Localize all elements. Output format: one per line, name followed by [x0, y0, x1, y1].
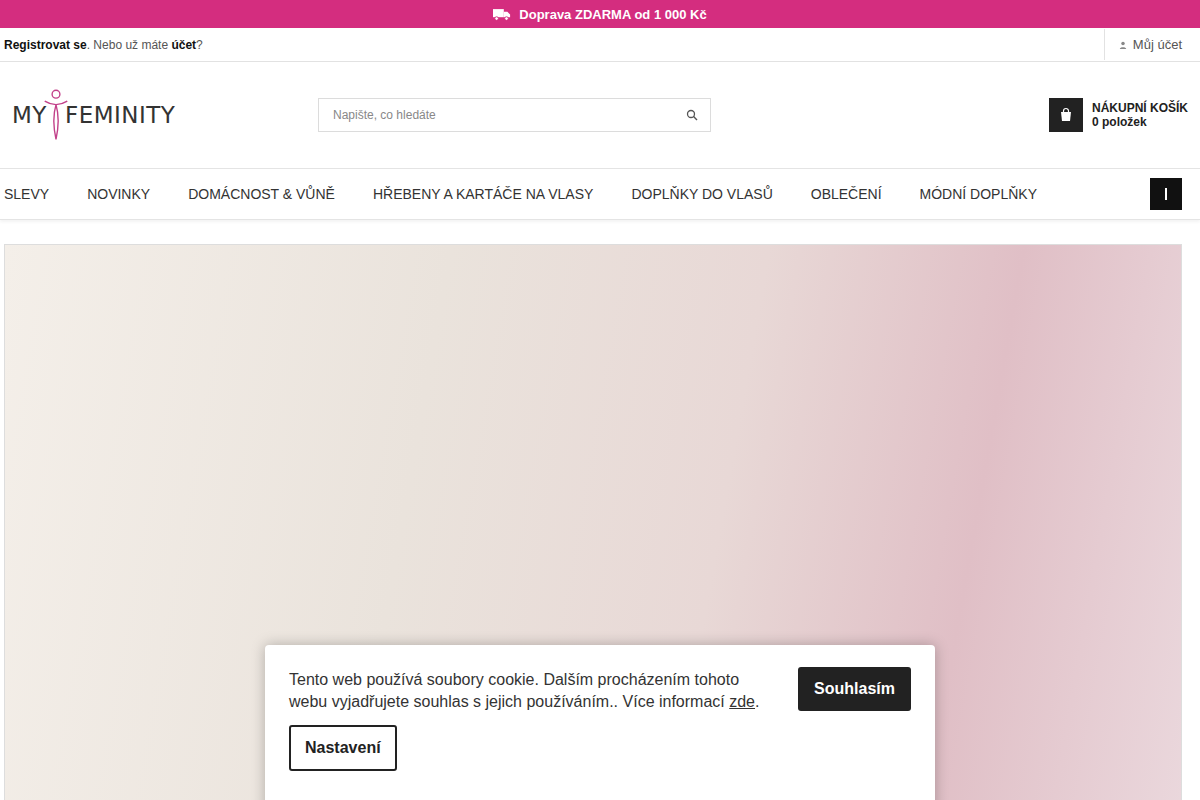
my-account-link[interactable]: Můj účet — [1104, 29, 1182, 60]
cookie-text: Tento web používá soubory cookie. Dalším… — [289, 669, 768, 713]
truck-icon — [493, 8, 511, 21]
header: MY FEMINITY NÁKUPNÍ KOŠÍK0 položek — [0, 62, 1200, 168]
shipping-banner: Doprava ZDARMA od 1 000 Kč — [0, 0, 1200, 28]
cart-button[interactable] — [1049, 98, 1083, 132]
login-link[interactable]: účet — [171, 38, 196, 52]
page: Doprava ZDARMA od 1 000 Kč Registrovat se… — [0, 0, 1200, 800]
register-link[interactable]: Registrovat se — [4, 38, 87, 52]
nav-item[interactable]: DOPLŇKY DO VLASŮ — [631, 186, 772, 202]
search-icon[interactable] — [686, 109, 698, 121]
nav-item[interactable]: DOMÁCNOST & VŮNĚ — [188, 186, 335, 202]
logo-text-right: FEMINITY — [65, 102, 175, 128]
search-field[interactable] — [318, 98, 711, 132]
user-icon — [1119, 41, 1127, 49]
cart[interactable]: NÁKUPNÍ KOŠÍK0 položek — [1049, 98, 1188, 132]
nav-item[interactable]: OBLEČENÍ — [811, 186, 882, 202]
cart-count: 0 položek — [1092, 115, 1188, 129]
search-input[interactable] — [331, 107, 686, 123]
cart-summary: NÁKUPNÍ KOŠÍK0 položek — [1092, 101, 1188, 129]
cookie-info-link[interactable]: zde — [729, 693, 755, 710]
cookie-banner: Tento web používá soubory cookie. Dalším… — [265, 645, 935, 800]
accept-button[interactable]: Souhlasím — [798, 667, 911, 711]
nav-item[interactable]: HŘEBENY A KARTÁČE NA VLASY — [373, 186, 593, 202]
nav-item[interactable]: SLEVY — [4, 186, 49, 202]
menu-button[interactable] — [1150, 178, 1182, 210]
cart-title: NÁKUPNÍ KOŠÍK — [1092, 101, 1188, 115]
logo[interactable]: MY FEMINITY — [4, 85, 318, 145]
nav-item[interactable]: NOVINKY — [87, 186, 150, 202]
settings-button[interactable]: Nastavení — [289, 725, 397, 771]
main-nav: SLEVY NOVINKY DOMÁCNOST & VŮNĚ HŘEBENY A KA… — [0, 168, 1200, 220]
logo-text-left: MY — [12, 102, 47, 128]
bag-icon — [1058, 107, 1074, 123]
menu-icon — [1161, 187, 1171, 201]
shipping-text: Doprava ZDARMA od 1 000 Kč — [519, 7, 706, 22]
account-bar: Registrovat se. Nebo už máte účet? Můj úč… — [0, 28, 1200, 62]
nav-item[interactable]: MÓDNÍ DOPLŇKY — [920, 186, 1037, 202]
register-prompt: Registrovat se. Nebo už máte účet? — [4, 38, 203, 52]
